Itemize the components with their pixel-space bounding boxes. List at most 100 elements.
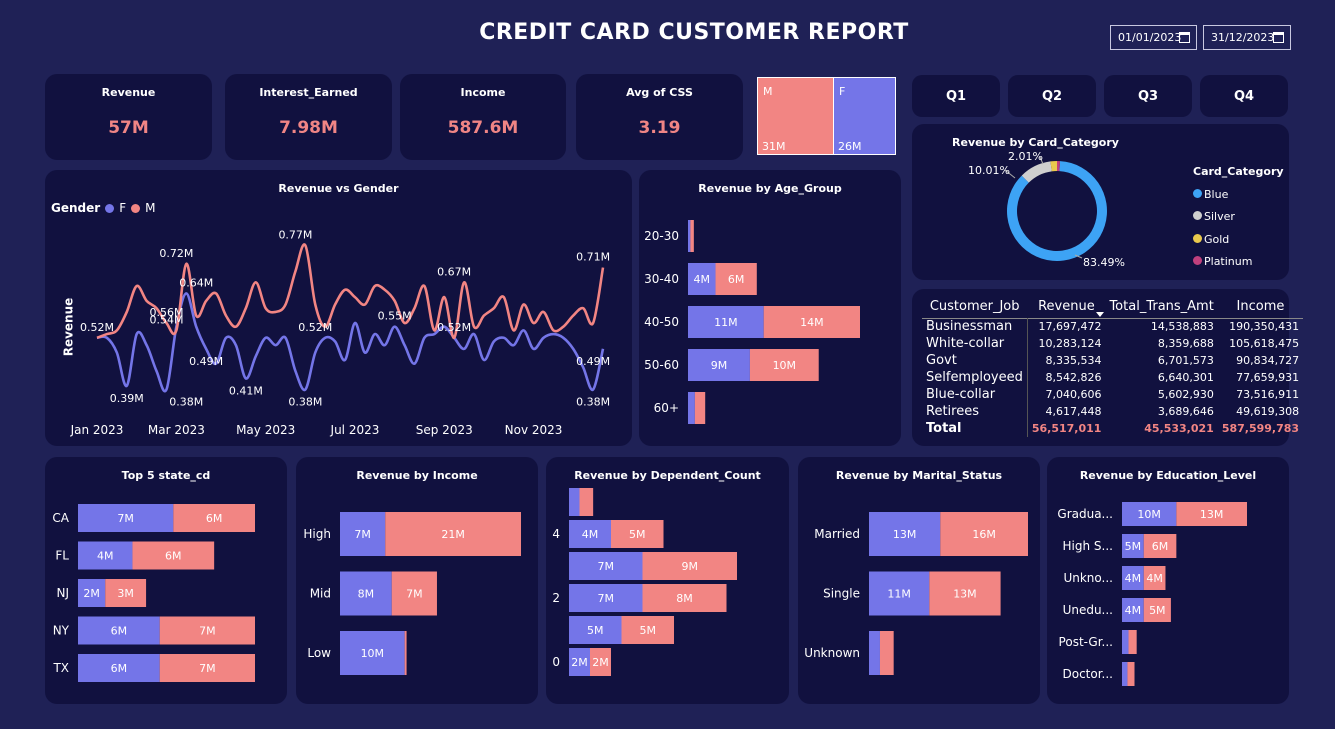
column-header[interactable]: Customer_Job bbox=[922, 296, 1027, 318]
x-tick-label: Sep 2023 bbox=[416, 423, 473, 437]
column-header[interactable]: Income bbox=[1218, 296, 1303, 318]
bar-segment-f[interactable] bbox=[1122, 662, 1128, 686]
bar-value-label: 16M bbox=[972, 528, 996, 541]
x-tick-label: May 2023 bbox=[236, 423, 295, 437]
date-to-picker[interactable]: 31/12/2023 bbox=[1203, 25, 1291, 50]
bar-value-label: 7M bbox=[598, 592, 615, 605]
education-plot: Gradua... 10M 13M High S... 5M 6M Unkno... 4M 4M… bbox=[1057, 502, 1247, 686]
bar-value-label: 6M bbox=[206, 512, 223, 525]
legend-item-blue[interactable]: Blue bbox=[1193, 184, 1284, 207]
data-label: 0.67M bbox=[437, 265, 471, 278]
bar-segment-m[interactable] bbox=[1127, 662, 1135, 686]
data-label: 0.52M bbox=[437, 321, 471, 334]
bar-segment-m[interactable] bbox=[694, 392, 706, 424]
category-label: Married bbox=[814, 527, 860, 541]
data-label: 0.52M bbox=[298, 321, 332, 334]
bar-value-label: 7M bbox=[199, 625, 216, 638]
bar-value-label: 4M bbox=[1125, 572, 1142, 585]
value-cell: 105,618,475 bbox=[1229, 337, 1300, 350]
category-label: Doctor... bbox=[1062, 667, 1113, 681]
line-chart-plot: Jan 2023 Mar 2023 May 2023 Jul 2023 Sep 2023… bbox=[70, 228, 611, 437]
bar-value-label: 8M bbox=[676, 592, 693, 605]
table-row[interactable]: Retirees 4,617,448 3,689,646 49,619,308 bbox=[922, 403, 1303, 420]
bar-value-label: 11M bbox=[714, 316, 738, 329]
data-label: 0.38M bbox=[169, 396, 203, 409]
quarter-button-q2[interactable]: Q2 bbox=[1008, 75, 1096, 117]
table-row[interactable]: Businessman 17,697,472 14,538,883 190,350,4… bbox=[922, 318, 1303, 335]
bar-value-label: 13M bbox=[1200, 508, 1224, 521]
value-cell: 90,834,727 bbox=[1236, 354, 1300, 367]
kpi-value: 7.98M bbox=[279, 118, 338, 138]
treemap-tile-f[interactable]: F 26M bbox=[834, 78, 895, 154]
bar-value-label: 6M bbox=[1152, 540, 1169, 553]
bar-segment-f[interactable] bbox=[569, 488, 580, 516]
bar-value-label: 3M bbox=[117, 587, 133, 600]
bar-segment-m[interactable] bbox=[1128, 630, 1137, 654]
data-label: 0.49M bbox=[576, 355, 610, 368]
date-from-picker[interactable]: 01/01/2023 bbox=[1110, 25, 1197, 50]
bar-value-label: 11M bbox=[887, 588, 911, 601]
bar-segment-f[interactable] bbox=[1122, 630, 1129, 654]
category-label: CA bbox=[52, 511, 69, 525]
category-label: Unknown bbox=[804, 646, 860, 660]
table-row[interactable]: Selfemployeed 8,542,826 6,640,301 77,659,93… bbox=[922, 369, 1303, 386]
value-cell: 190,350,431 bbox=[1229, 320, 1300, 334]
category-label: Unkno... bbox=[1063, 571, 1113, 585]
quarter-button-q3[interactable]: Q3 bbox=[1104, 75, 1192, 117]
state-plot: CA 7M 6M FL 4M 6M NJ 2M 3M NY 6M 7M TX 6M 7M bbox=[52, 504, 255, 682]
x-tick-label: Jul 2023 bbox=[330, 423, 380, 437]
bar-value-label: 14M bbox=[800, 316, 824, 329]
data-label: 0.64M bbox=[179, 276, 213, 289]
value-cell: 49,619,308 bbox=[1236, 405, 1300, 418]
bar-segment-m[interactable] bbox=[690, 220, 694, 252]
dependent-plot: 4 4M 5M 7M 9M 2 7M 8M 5M 5M 0 2M 2M bbox=[552, 488, 737, 676]
calendar-icon[interactable] bbox=[1179, 32, 1190, 43]
category-label: High bbox=[303, 527, 331, 541]
quarter-button-q1[interactable]: Q1 bbox=[912, 75, 1000, 117]
value-cell: 73,516,911 bbox=[1236, 388, 1300, 401]
job-cell: Total bbox=[926, 421, 962, 436]
job-cell: Govt bbox=[926, 353, 957, 368]
bar-segment-f[interactable] bbox=[688, 220, 691, 252]
income-plot: High 7M 21M Mid 8M 7M Low 10M bbox=[303, 512, 521, 675]
value-cell: 3,689,646 bbox=[1157, 405, 1214, 418]
table-row[interactable]: Blue-collar 7,040,606 5,602,930 73,516,911 bbox=[922, 386, 1303, 403]
quarter-button-q4[interactable]: Q4 bbox=[1200, 75, 1288, 117]
marital-card: Revenue by Marital_Status Married 13M 16M S… bbox=[798, 457, 1040, 704]
table-total-row[interactable]: Total 56,517,011 45,533,021 587,599,783 bbox=[922, 420, 1303, 437]
bar-value-label: 5M bbox=[1125, 540, 1142, 553]
column-header[interactable]: Revenue bbox=[1027, 296, 1105, 318]
bar-segment-f[interactable] bbox=[688, 392, 695, 424]
bar-segment-m[interactable] bbox=[879, 631, 894, 675]
donut-slice-blue[interactable] bbox=[1007, 161, 1107, 261]
table-row[interactable]: White-collar 10,283,124 8,359,688 105,618,4… bbox=[922, 335, 1303, 352]
column-header[interactable]: Total_Trans_Amt bbox=[1105, 296, 1217, 318]
calendar-icon[interactable] bbox=[1273, 32, 1284, 43]
kpi-income-card: Income 587.6M bbox=[400, 74, 566, 160]
bar-value-label: 4M bbox=[582, 528, 599, 541]
treemap-value: 26M bbox=[838, 140, 862, 153]
bar-segment-m[interactable] bbox=[404, 631, 407, 675]
bar-value-label: 8M bbox=[358, 588, 375, 601]
income-card: Revenue by Income High 7M 21M Mid 8M 7M Low 10M bbox=[296, 457, 538, 704]
category-label: 40-50 bbox=[644, 315, 679, 329]
bar-segment-m[interactable] bbox=[579, 488, 594, 516]
legend-item-platinum[interactable]: Platinum bbox=[1193, 251, 1284, 274]
category-label: Mid bbox=[310, 587, 331, 601]
donut-slice-silver[interactable] bbox=[1021, 161, 1052, 183]
bar-segment-f[interactable] bbox=[869, 631, 880, 675]
bar-value-label: 7M bbox=[354, 528, 371, 541]
bar-value-label: 7M bbox=[406, 588, 423, 601]
treemap-tile-m[interactable]: M 31M bbox=[758, 78, 834, 154]
value-cell: 587,599,783 bbox=[1221, 422, 1300, 435]
table-row[interactable]: Govt 8,335,534 6,701,573 90,834,727 bbox=[922, 352, 1303, 369]
legend-item-silver[interactable]: Silver bbox=[1193, 206, 1284, 229]
legend-item-gold[interactable]: Gold bbox=[1193, 229, 1284, 252]
data-label: 0.55M bbox=[378, 310, 412, 323]
kpi-css-card: Avg of CSS 3.19 bbox=[576, 74, 743, 160]
bar-value-label: 13M bbox=[953, 588, 977, 601]
category-label: TX bbox=[52, 661, 69, 675]
category-label: Low bbox=[307, 646, 331, 660]
category-label: 0 bbox=[552, 655, 560, 669]
sort-desc-icon[interactable] bbox=[1096, 312, 1104, 317]
